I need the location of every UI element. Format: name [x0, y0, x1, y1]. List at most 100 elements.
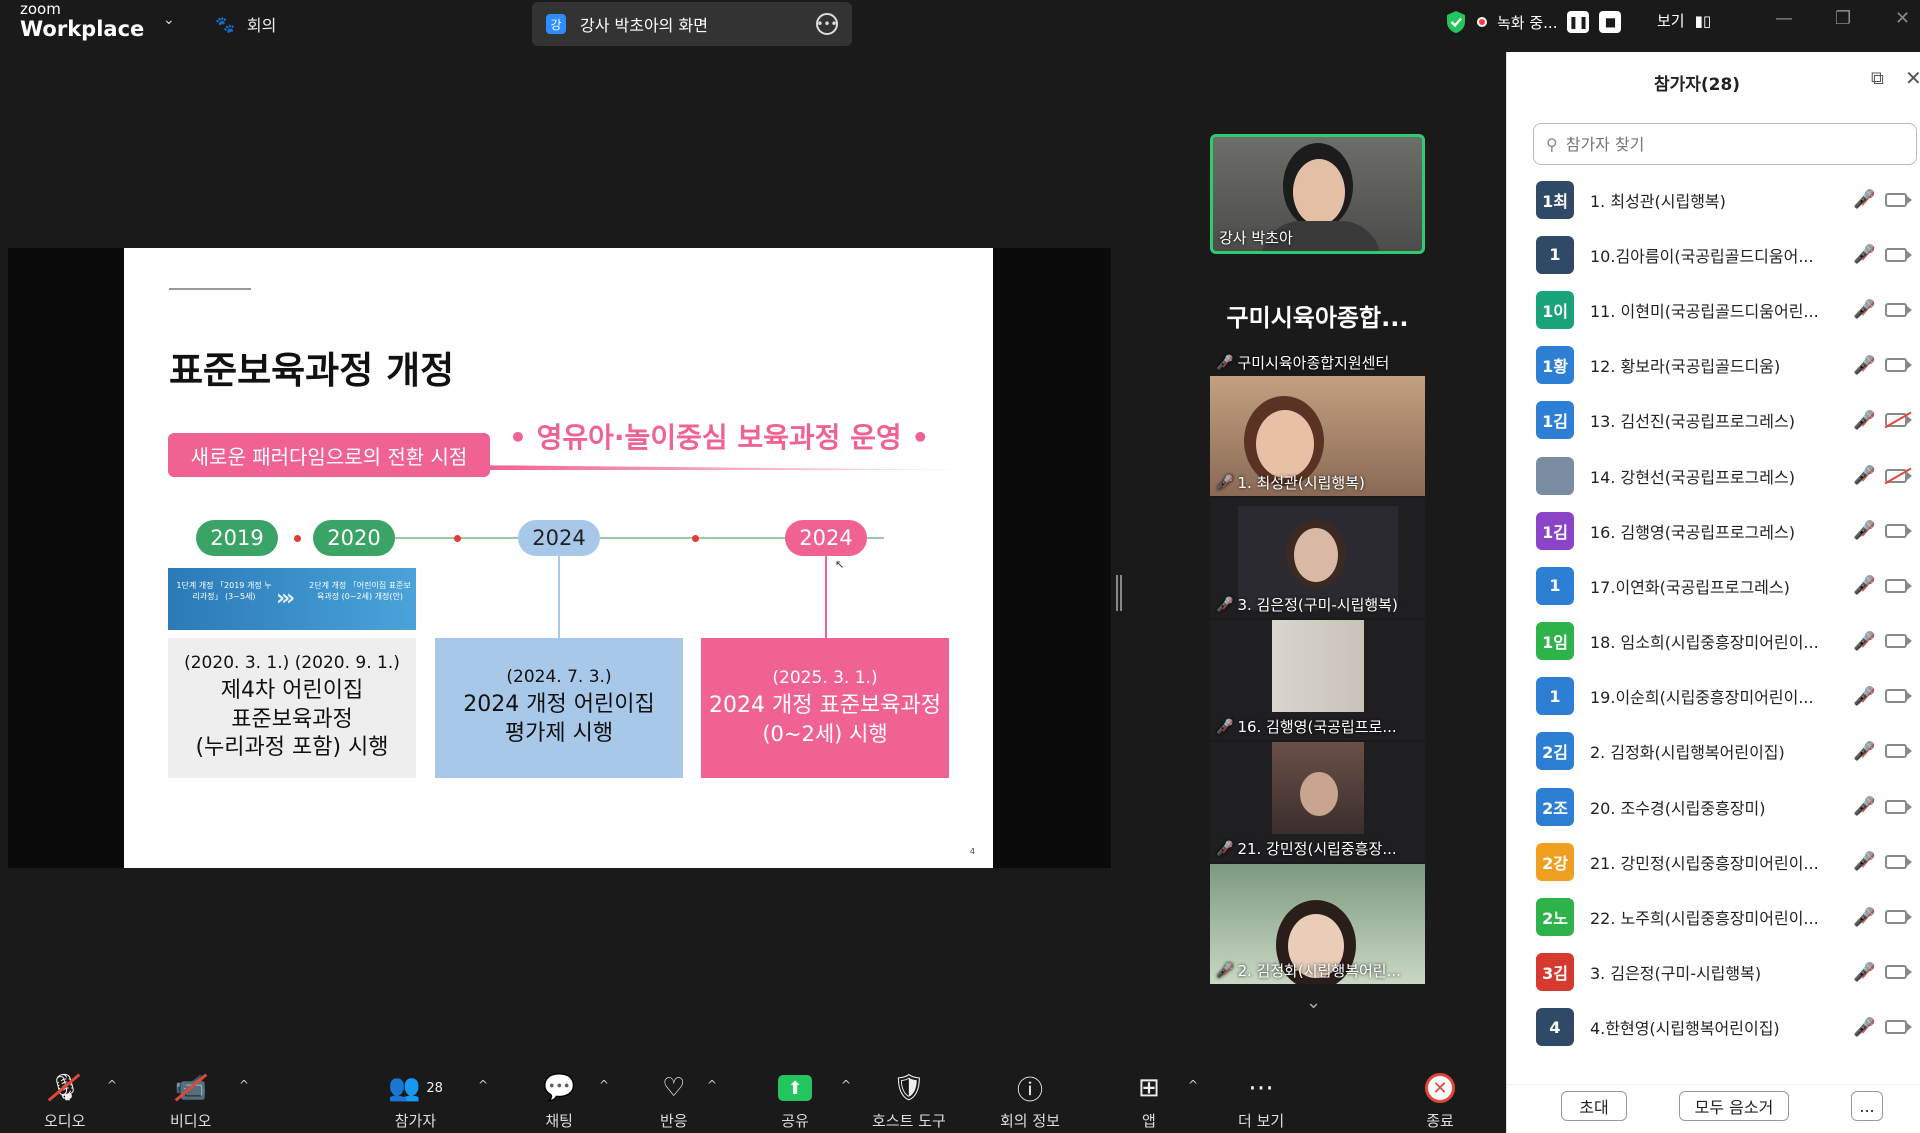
search-input[interactable] — [1565, 134, 1886, 154]
invite-button[interactable]: 초대 — [1561, 1091, 1627, 1121]
camera-off-icon[interactable] — [1885, 468, 1912, 483]
host-tools-button[interactable]: 🛡 호스트 도구 — [872, 1070, 946, 1131]
scroll-down-icon[interactable]: ⌄ — [1306, 992, 1321, 1013]
participant-row[interactable]: 1 19.이순희(시립중흥장미어린이... 🎤̸ — [1507, 669, 1920, 724]
minimize-icon[interactable]: — — [1775, 8, 1793, 29]
mic-muted-icon[interactable]: 🎤̸ — [1853, 465, 1875, 486]
stop-recording-button[interactable]: ■ — [1599, 11, 1622, 33]
participants-options-caret[interactable]: ^ — [478, 1078, 488, 1092]
mic-muted-icon[interactable]: 🎤̸ — [1853, 244, 1875, 265]
mute-all-button[interactable]: 모두 음소거 — [1679, 1091, 1789, 1121]
chat-button[interactable]: 💬 채팅 — [543, 1070, 575, 1131]
video-options-caret[interactable]: ^ — [239, 1078, 249, 1092]
camera-icon[interactable] — [1885, 192, 1912, 207]
camera-icon[interactable] — [1885, 523, 1912, 538]
mic-muted-icon[interactable]: 🎤̸ — [1853, 631, 1875, 652]
participant-name: 2. 김정화(시립행복어린이집) — [1590, 743, 1785, 763]
mic-muted-icon[interactable]: 🎤̸ — [1853, 575, 1875, 596]
video-tile-5[interactable]: 🎤̸ 2. 김정화(시립행복어린... — [1210, 864, 1425, 984]
camera-icon[interactable] — [1885, 578, 1912, 593]
participant-row[interactable]: 1 17.이연화(국공립프로그레스) 🎤̸ — [1507, 558, 1920, 613]
panel-more-button[interactable]: ... — [1851, 1091, 1883, 1121]
camera-icon[interactable] — [1885, 302, 1912, 317]
camera-icon[interactable] — [1885, 358, 1912, 373]
restore-icon[interactable]: ❐ — [1835, 8, 1851, 29]
video-tile-host[interactable]: 강사 박초아 — [1210, 134, 1425, 254]
participant-row[interactable]: 1최 1. 최성관(시립행복) 🎤̸ — [1507, 172, 1920, 227]
video-button[interactable]: 📹 비디오 — [170, 1070, 211, 1131]
video-tile-1[interactable]: 🎤̸ 1. 최성관(시립행복) — [1210, 376, 1425, 496]
apps-options-caret[interactable]: ^ — [1188, 1078, 1198, 1092]
participant-row[interactable]: 2강 21. 강민정(시립중흥장미어린이... 🎤̸ — [1507, 834, 1920, 889]
participant-row[interactable]: 3김 3. 김은정(구미-시립행복) 🎤̸ — [1507, 945, 1920, 1000]
participant-row[interactable]: 1김 13. 김선진(국공립프로그레스) 🎤̸ — [1507, 393, 1920, 448]
end-button[interactable]: ✕ 종료 — [1425, 1070, 1455, 1131]
meeting-menu[interactable]: 🐾 회의 — [215, 12, 276, 36]
reactions-options-caret[interactable]: ^ — [707, 1078, 717, 1092]
participant-row[interactable]: 4 4.한현영(시립행복어린이집) 🎤̸ — [1507, 1000, 1920, 1055]
mic-muted-icon[interactable]: 🎤̸ — [1853, 796, 1875, 817]
participant-row[interactable]: 1임 18. 임소희(시립중흥장미어린이... 🎤̸ — [1507, 614, 1920, 669]
participant-row[interactable]: 14. 강현선(국공립프로그레스) 🎤̸ — [1507, 448, 1920, 503]
participants-button[interactable]: 👥 28 참가자 — [388, 1070, 443, 1131]
meeting-info-button[interactable]: ⓘ 회의 정보 — [1000, 1070, 1060, 1131]
chevron-down-icon[interactable]: ⌄ — [163, 12, 175, 28]
info-icon: ⓘ — [1016, 1075, 1043, 1106]
participant-row[interactable]: 2김 2. 김정화(시립행복어린이집) 🎤̸ — [1507, 724, 1920, 779]
year-2019: 2019 — [196, 520, 278, 556]
participant-row[interactable]: 1 10.김아름이(국공립골드디움어... 🎤̸ — [1507, 227, 1920, 282]
camera-icon[interactable] — [1885, 634, 1912, 649]
camera-icon[interactable] — [1885, 689, 1912, 704]
camera-icon[interactable] — [1885, 965, 1912, 980]
participant-row[interactable]: 1황 12. 황보라(국공립골드디움) 🎤̸ — [1507, 338, 1920, 393]
apps-button[interactable]: ⊞ 앱 — [1138, 1070, 1160, 1131]
chat-options-caret[interactable]: ^ — [599, 1078, 609, 1092]
mic-muted-icon[interactable]: 🎤̸ — [1853, 907, 1875, 928]
share-button[interactable]: ⬆ 공유 — [778, 1070, 812, 1131]
participant-row[interactable]: 2조 20. 조수경(시립중흥장미) 🎤̸ — [1507, 779, 1920, 834]
mic-muted-icon[interactable]: 🎤̸ — [1853, 520, 1875, 541]
mic-muted-icon[interactable]: 🎤̸ — [1853, 299, 1875, 320]
camera-icon[interactable] — [1885, 1020, 1912, 1035]
audio-button[interactable]: 🎙 오디오 — [44, 1070, 85, 1131]
screen-share-indicator[interactable]: 강 강사 박초아의 화면 ••• — [532, 2, 852, 46]
more-button[interactable]: ⋯ 더 보기 — [1238, 1070, 1284, 1131]
mic-muted-icon[interactable]: 🎤̸ — [1853, 410, 1875, 431]
more-options-icon[interactable]: ••• — [816, 13, 838, 35]
mic-muted-icon[interactable]: 🎤̸ — [1853, 1017, 1875, 1038]
camera-off-icon[interactable] — [1885, 413, 1912, 428]
mic-muted-icon[interactable]: 🎤̸ — [1853, 962, 1875, 983]
pause-recording-button[interactable]: ❚❚ — [1567, 11, 1590, 33]
reactions-button[interactable]: ♡ 반응 — [660, 1070, 688, 1131]
end-meeting-icon: ✕ — [1425, 1073, 1455, 1103]
close-window-icon[interactable]: ✕ — [1895, 8, 1910, 29]
participant-row[interactable]: 2노 22. 노주희(시립중흥장미어린이... 🎤̸ — [1507, 889, 1920, 944]
camera-icon[interactable] — [1885, 744, 1912, 759]
view-button[interactable]: 보기 ▮▯ — [1657, 10, 1711, 31]
video-tile-2[interactable]: 🎤̸ 3. 김은정(구미-시립행복) — [1210, 498, 1425, 618]
mic-muted-icon[interactable]: 🎤̸ — [1853, 189, 1875, 210]
video-tile-4[interactable]: 🎤̸ 21. 강민정(시립중흥장... — [1210, 742, 1425, 862]
video-tile-name-only[interactable]: 구미시육아종합... 🎤̸ 구미시육아종합지원센터 — [1210, 258, 1425, 376]
participant-row[interactable]: 1이 11. 이현미(국공립골드디움어린... 🎤̸ — [1507, 282, 1920, 337]
end-label: 종료 — [1426, 1112, 1454, 1130]
participant-search[interactable]: ⚲ — [1533, 123, 1917, 165]
participant-avatar: 2노 — [1536, 898, 1574, 937]
resize-handle[interactable] — [1116, 575, 1122, 611]
mic-muted-icon[interactable]: 🎤̸ — [1853, 686, 1875, 707]
camera-icon[interactable] — [1885, 854, 1912, 869]
camera-icon[interactable] — [1885, 247, 1912, 262]
camera-icon[interactable] — [1885, 799, 1912, 814]
close-panel-icon[interactable]: ✕ — [1905, 66, 1920, 90]
audio-options-caret[interactable]: ^ — [107, 1078, 117, 1092]
video-tile-3[interactable]: 🎤̸ 16. 김행영(국공립프로... — [1210, 620, 1425, 740]
share-options-caret[interactable]: ^ — [841, 1078, 851, 1092]
mic-muted-icon[interactable]: 🎤̸ — [1853, 741, 1875, 762]
participant-row[interactable]: 1김 16. 김행영(국공립프로그레스) 🎤̸ — [1507, 503, 1920, 558]
timeline-dot — [692, 535, 699, 542]
mic-muted-icon[interactable]: 🎤̸ — [1853, 851, 1875, 872]
pop-out-icon[interactable]: ⧉ — [1871, 68, 1884, 89]
mic-muted-icon[interactable]: 🎤̸ — [1853, 355, 1875, 376]
recording-label: 녹화 중... — [1497, 13, 1558, 32]
camera-icon[interactable] — [1885, 910, 1912, 925]
